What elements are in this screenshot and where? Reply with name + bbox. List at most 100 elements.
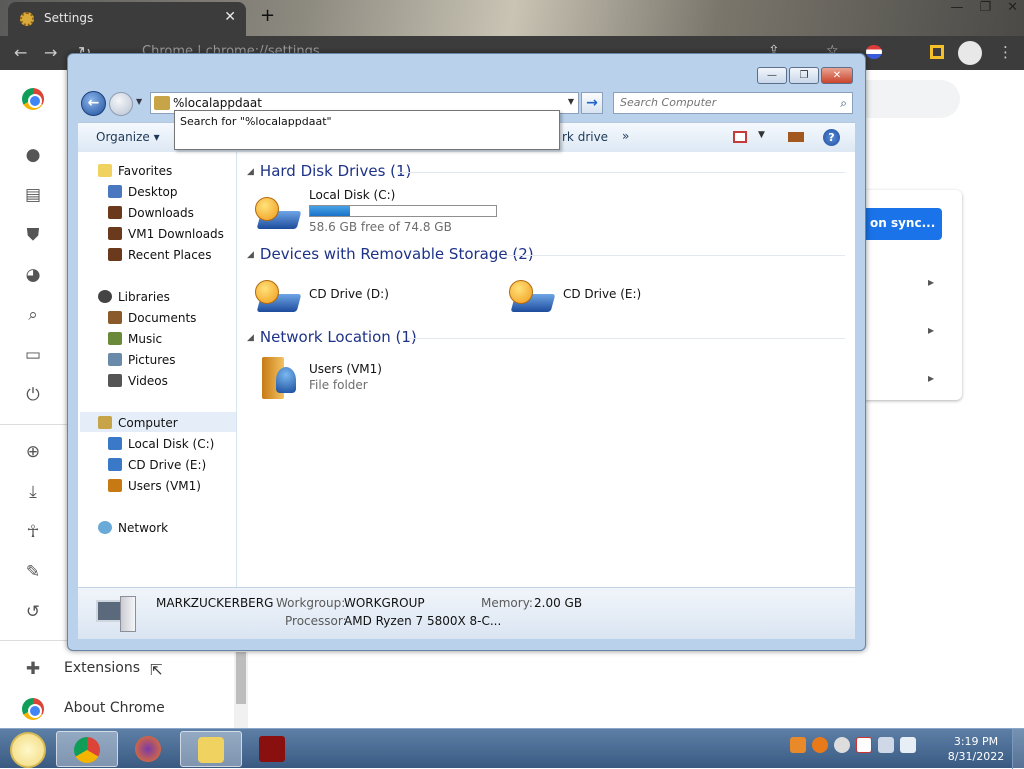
menu-icon[interactable]: ⋮: [998, 43, 1013, 61]
pictures-icon: [108, 353, 122, 366]
map-network-drive-button[interactable]: rk drive: [562, 130, 608, 144]
chevron-right-icon[interactable]: ▸: [928, 371, 934, 385]
download-icon[interactable]: ⤓: [22, 481, 44, 503]
nav-item-cd-drive[interactable]: CD Drive (E:): [108, 458, 206, 472]
settings-search-field[interactable]: [862, 80, 960, 118]
search-icon[interactable]: ⌕: [22, 304, 44, 326]
nav-computer[interactable]: Computer: [98, 416, 178, 430]
turn-on-sync-button[interactable]: on sync...: [862, 208, 942, 240]
history-icon[interactable]: ↺: [22, 601, 44, 623]
collapse-icon: ◢: [247, 167, 254, 177]
address-dropdown-icon[interactable]: ▼: [568, 97, 574, 106]
scrollbar-thumb[interactable]: [236, 652, 246, 704]
clock[interactable]: 3:19 PM 8/31/2022: [946, 734, 1006, 764]
address-suggestion[interactable]: Search for "%localappdaat": [174, 110, 560, 150]
forward-arrow-icon[interactable]: [109, 92, 133, 116]
help-icon[interactable]: ?: [823, 129, 840, 146]
extensions-link[interactable]: Extensions: [64, 660, 140, 676]
address-input[interactable]: [173, 95, 553, 111]
nav-item-recent-places[interactable]: Recent Places: [108, 248, 211, 262]
nav-item-music[interactable]: Music: [108, 332, 162, 346]
tray-app-icon[interactable]: [790, 737, 806, 753]
taskbar-explorer[interactable]: [180, 731, 242, 767]
search-box[interactable]: ⌕: [613, 92, 853, 114]
organize-button[interactable]: Organize ▾: [96, 130, 160, 144]
clock-time: 3:19 PM: [953, 735, 999, 748]
flag-icon[interactable]: [866, 45, 882, 59]
change-view-icon[interactable]: [733, 131, 747, 143]
nav-label: Desktop: [128, 185, 178, 199]
tab-close-icon[interactable]: ✕: [224, 9, 236, 25]
person-icon[interactable]: ●: [22, 144, 44, 166]
search-icon[interactable]: ⌕: [840, 96, 847, 111]
wrench-icon[interactable]: ✎: [22, 561, 44, 583]
nav-item-documents[interactable]: Documents: [108, 311, 196, 325]
view-dropdown-icon[interactable]: ▼: [758, 130, 765, 140]
more-commands-button[interactable]: »: [622, 129, 629, 143]
taskbar-flash[interactable]: [242, 731, 304, 767]
tab-settings[interactable]: Settings ✕: [8, 2, 246, 36]
accessibility-icon[interactable]: ☥: [22, 521, 44, 543]
explorer-restore-button[interactable]: ❐: [789, 67, 819, 84]
back-arrow-icon[interactable]: ←: [81, 91, 106, 116]
nav-item-pictures[interactable]: Pictures: [108, 353, 176, 367]
nav-label: Downloads: [128, 206, 194, 220]
group-header-network[interactable]: ◢ Network Location (1): [247, 328, 417, 346]
group-header-removable[interactable]: ◢ Devices with Removable Storage (2): [247, 245, 534, 263]
tray-flag-icon[interactable]: [856, 737, 872, 753]
local-disk-name[interactable]: Local Disk (C:): [309, 188, 395, 202]
volume-icon[interactable]: [900, 737, 916, 753]
cd-drive-e-name[interactable]: CD Drive (E:): [563, 287, 641, 301]
palette-icon[interactable]: ◕: [22, 264, 44, 286]
back-icon[interactable]: ←: [14, 43, 27, 62]
cd-drive-d-icon[interactable]: [255, 280, 302, 314]
chevron-right-icon[interactable]: ▸: [928, 323, 934, 337]
globe-icon[interactable]: ⊕: [22, 441, 44, 463]
details-pane: MARKZUCKERBERG Workgroup: WORKGROUP Memo…: [78, 587, 855, 639]
sidepanel-icon[interactable]: [930, 45, 944, 59]
power-icon[interactable]: ⏻: [22, 384, 44, 406]
minimize-button[interactable]: —: [950, 0, 963, 20]
cd-drive-d-name[interactable]: CD Drive (D:): [309, 287, 389, 301]
search-input[interactable]: [620, 96, 825, 109]
taskbar-firefox[interactable]: [118, 731, 180, 767]
recent-pages-dropdown-icon[interactable]: ▼: [136, 97, 142, 106]
tray-search-icon[interactable]: [812, 737, 828, 753]
nav-favorites[interactable]: Favorites: [98, 164, 172, 178]
users-folder-name[interactable]: Users (VM1): [309, 362, 382, 376]
forward-icon[interactable]: →: [44, 43, 57, 62]
autofill-icon[interactable]: ▤: [22, 184, 44, 206]
group-header-hdd[interactable]: ◢ Hard Disk Drives (1): [247, 162, 411, 180]
chevron-right-icon[interactable]: ▸: [928, 275, 934, 289]
external-link-icon[interactable]: ⇱: [150, 661, 163, 679]
preview-pane-icon[interactable]: [788, 132, 804, 142]
taskbar-chrome[interactable]: [56, 731, 118, 767]
nav-libraries[interactable]: Libraries: [98, 290, 170, 304]
sidebar-scrollbar[interactable]: [234, 652, 248, 728]
go-arrow-icon[interactable]: →: [581, 92, 603, 114]
nav-item-users[interactable]: Users (VM1): [108, 479, 201, 493]
tray-smiley-icon[interactable]: [834, 737, 850, 753]
network-icon[interactable]: [878, 737, 894, 753]
explorer-close-button[interactable]: ✕: [821, 67, 853, 84]
start-button[interactable]: [4, 730, 50, 768]
nav-item-videos[interactable]: Videos: [108, 374, 168, 388]
local-disk-icon[interactable]: [255, 197, 302, 231]
chrome-about-icon: [22, 698, 44, 720]
nav-item-desktop[interactable]: Desktop: [108, 185, 178, 199]
cd-drive-e-icon[interactable]: [509, 280, 556, 314]
new-tab-button[interactable]: +: [260, 5, 275, 26]
explorer-minimize-button[interactable]: —: [757, 67, 787, 84]
network-folder-icon[interactable]: [262, 357, 298, 399]
nav-item-vm1-downloads[interactable]: VM1 Downloads: [108, 227, 224, 241]
profile-icon[interactable]: [958, 41, 982, 65]
nav-network[interactable]: Network: [98, 521, 168, 535]
browser-icon[interactable]: ▭: [22, 344, 44, 366]
close-button[interactable]: ✕: [1007, 0, 1018, 20]
nav-item-downloads[interactable]: Downloads: [108, 206, 194, 220]
show-desktop-button[interactable]: [1012, 729, 1024, 769]
about-chrome-link[interactable]: About Chrome: [64, 700, 165, 716]
restore-button[interactable]: ❐: [979, 0, 991, 20]
shield-icon[interactable]: ⛊: [22, 224, 44, 246]
nav-item-local-disk[interactable]: Local Disk (C:): [108, 437, 214, 451]
